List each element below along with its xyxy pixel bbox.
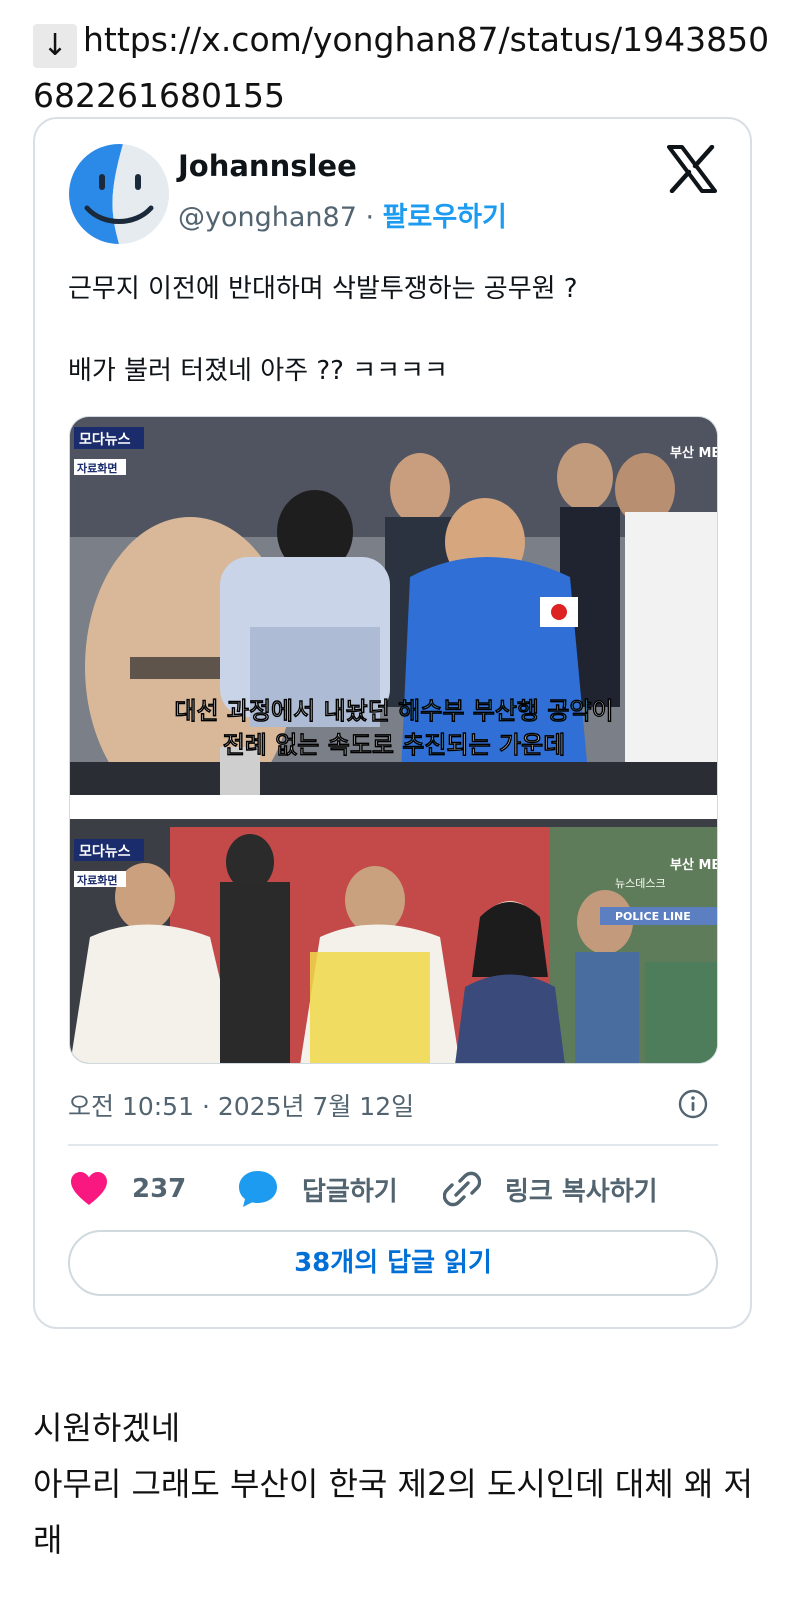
broadcaster-top: 부산 MBC NEWS (670, 445, 718, 461)
finder-avatar-icon[interactable] (69, 144, 169, 244)
follow-button[interactable]: 팔로우하기 (383, 202, 507, 233)
divider (68, 1144, 718, 1146)
reply-bubble-icon (239, 1171, 277, 1207)
timestamp-separator: · (201, 1092, 210, 1121)
source-label-bottom: 자료화면 (77, 873, 117, 887)
user-handle[interactable]: @yonghan87 (178, 202, 357, 233)
tweet-text-line-2: 배가 불러 터졌네 아주 ?? ㅋㅋㅋㅋ (68, 356, 448, 386)
desk-label: 뉴스데스크 (615, 877, 666, 890)
tweet-url-line[interactable]: ↓ https://x.com/yonghan87/status/19438506… (33, 12, 773, 123)
link-icon (443, 1171, 481, 1207)
tweet-time[interactable]: 오전 10:51 (68, 1092, 194, 1121)
channel-label-bottom: 모다뉴스 (79, 844, 131, 860)
tweet-timestamp[interactable]: 오전 10:51 · 2025년 7월 12일 (68, 1087, 414, 1123)
like-count: 237 (132, 1174, 187, 1204)
tweet-text: 근무지 이전에 반대하며 삭발투쟁하는 공무원 ? 배가 불러 터졌네 아주 ?… (68, 269, 578, 391)
download-arrow-icon[interactable]: ↓ (33, 24, 77, 68)
news-frame-bottom: POLICE LINE 모다뉴스 자료화면 부산 MBC NEWS 뉴스데스크 (70, 819, 718, 1063)
x-logo-icon[interactable] (667, 144, 717, 194)
copy-link-label: 링크 복사하기 (505, 1176, 658, 1207)
copy-link-button[interactable]: 링크 복사하기 (443, 1167, 658, 1211)
reply-button[interactable]: 답글하기 (238, 1167, 398, 1211)
handle-row: @yonghan87 · 팔로우하기 (178, 195, 507, 234)
source-label-top: 자료화면 (77, 461, 117, 475)
separator-dot: · (365, 202, 375, 233)
info-icon[interactable] (678, 1089, 708, 1119)
heart-icon (71, 1172, 107, 1205)
tweet-date[interactable]: 2025년 7월 12일 (218, 1092, 414, 1121)
reply-label: 답글하기 (302, 1176, 398, 1207)
comment-text: 시원하겠네 아무리 그래도 부산이 한국 제2의 도시인데 대체 왜 저래 (33, 1400, 773, 1568)
broadcaster-bottom: 부산 MBC NEWS (670, 857, 718, 873)
comment-line-2: 아무리 그래도 부산이 한국 제2의 도시인데 대체 왜 저래 (33, 1465, 753, 1559)
display-name[interactable]: Johannslee (178, 149, 357, 183)
tweet-actions: 237 답글하기 링크 복사하기 (68, 1167, 718, 1211)
tweet-media[interactable]: 모다뉴스 자료화면 부산 MBC NEWS 대선 과정에서 내놨던 해수부 부산… (69, 416, 718, 1064)
news-frame-top: 모다뉴스 자료화면 부산 MBC NEWS 대선 과정에서 내놨던 해수부 부산… (70, 417, 718, 817)
channel-label-top: 모다뉴스 (79, 432, 131, 448)
police-line-label: POLICE LINE (615, 910, 691, 923)
caption-line-2: 전례 없는 속도로 추진되는 가운데 (223, 731, 566, 759)
like-button[interactable]: 237 (70, 1167, 186, 1211)
tweet-text-line-1: 근무지 이전에 반대하며 삭발투쟁하는 공무원 ? (68, 274, 578, 304)
caption-line-1: 대선 과정에서 내놨던 해수부 부산행 공약이 (174, 697, 613, 725)
read-replies-button[interactable]: 38개의 답글 읽기 (68, 1230, 718, 1296)
tweet-card: Johannslee @yonghan87 · 팔로우하기 근무지 이전에 반대… (33, 117, 752, 1329)
comment-line-1: 시원하겠네 (33, 1409, 181, 1447)
tweet-url[interactable]: https://x.com/yonghan87/status/194385068… (33, 20, 769, 115)
